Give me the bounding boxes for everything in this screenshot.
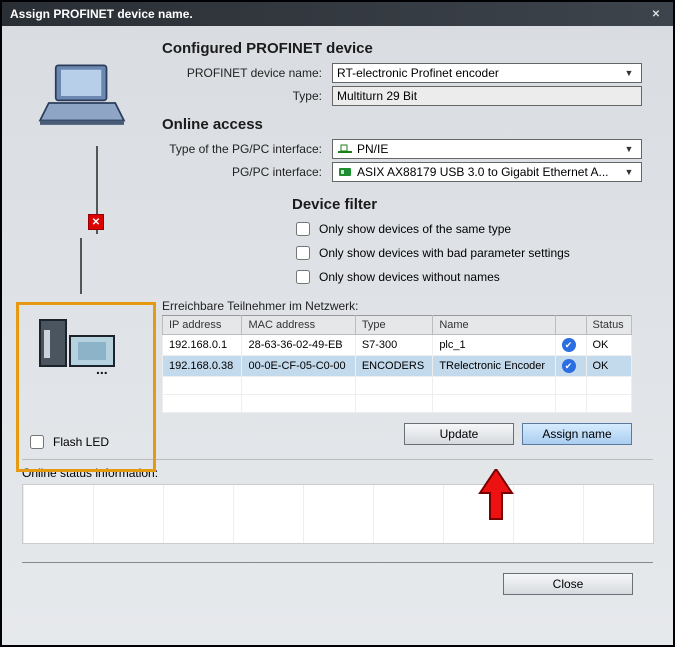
pgpc-if-dropdown[interactable]: ASIX AX88179 USB 3.0 to Gigabit Ethernet…: [332, 162, 642, 182]
topology-line-2: [80, 238, 82, 294]
filter-same-type-label: Only show devices of the same type: [319, 222, 511, 236]
device-name-dropdown[interactable]: RT-electronic Profinet encoder ▼: [332, 63, 642, 83]
close-icon[interactable]: ✕: [647, 7, 665, 21]
chevron-down-icon[interactable]: ▼: [621, 144, 637, 154]
flash-led-checkbox[interactable]: [30, 435, 44, 449]
col-mac[interactable]: MAC address: [242, 316, 355, 335]
filter-no-names-label: Only show devices without names: [319, 270, 500, 284]
ok-icon: ✔: [562, 338, 576, 352]
filter-no-names-checkbox[interactable]: [296, 270, 310, 284]
table-caption: Erreichbare Teilnehmer im Netzwerk:: [162, 299, 653, 313]
plc-icon: ...: [30, 306, 130, 379]
chevron-down-icon[interactable]: ▼: [621, 167, 637, 177]
adapter-icon: [337, 165, 353, 179]
topology-line-1: ✕: [96, 146, 98, 234]
update-button[interactable]: Update: [404, 423, 514, 445]
online-access-heading: Online access: [162, 116, 653, 133]
device-name-label: PROFINET device name:: [162, 66, 332, 80]
configured-heading: Configured PROFINET device: [162, 40, 653, 57]
chevron-down-icon[interactable]: ▼: [621, 68, 637, 78]
svg-text:...: ...: [96, 361, 108, 376]
filter-same-type-checkbox[interactable]: [296, 222, 310, 236]
error-icon: ✕: [88, 214, 104, 230]
close-button[interactable]: Close: [503, 573, 633, 595]
ok-icon: ✔: [562, 359, 576, 373]
filter-bad-params-label: Only show devices with bad parameter set…: [319, 246, 570, 260]
window-title: Assign PROFINET device name.: [10, 7, 193, 21]
table-row[interactable]: 192.168.0.1 28-63-36-02-49-EB S7-300 plc…: [163, 335, 632, 356]
pgpc-type-label: Type of the PG/PC interface:: [162, 142, 332, 156]
table-row[interactable]: [163, 395, 632, 413]
col-type[interactable]: Type: [355, 316, 433, 335]
title-bar: Assign PROFINET device name. ✕: [2, 2, 673, 26]
device-table: IP address MAC address Type Name Status …: [162, 315, 632, 413]
network-icon: [337, 142, 353, 156]
laptop-icon: [22, 46, 142, 146]
col-status[interactable]: Status: [586, 316, 632, 335]
pgpc-type-dropdown[interactable]: PN/IE ▼: [332, 139, 642, 159]
col-name[interactable]: Name: [433, 316, 555, 335]
table-row[interactable]: [163, 377, 632, 395]
table-row[interactable]: 192.168.0.38 00-0E-CF-05-C0-00 ENCODERS …: [163, 356, 632, 377]
col-ip[interactable]: IP address: [163, 316, 242, 335]
device-type-label: Type:: [162, 89, 332, 103]
status-area: [22, 484, 654, 544]
filter-bad-params-checkbox[interactable]: [296, 246, 310, 260]
filter-heading: Device filter: [292, 196, 653, 213]
flash-led-label: Flash LED: [53, 435, 109, 449]
device-type-field: Multiturn 29 Bit: [332, 86, 642, 106]
assign-name-button[interactable]: Assign name: [522, 423, 632, 445]
pgpc-if-label: PG/PC interface:: [162, 165, 332, 179]
